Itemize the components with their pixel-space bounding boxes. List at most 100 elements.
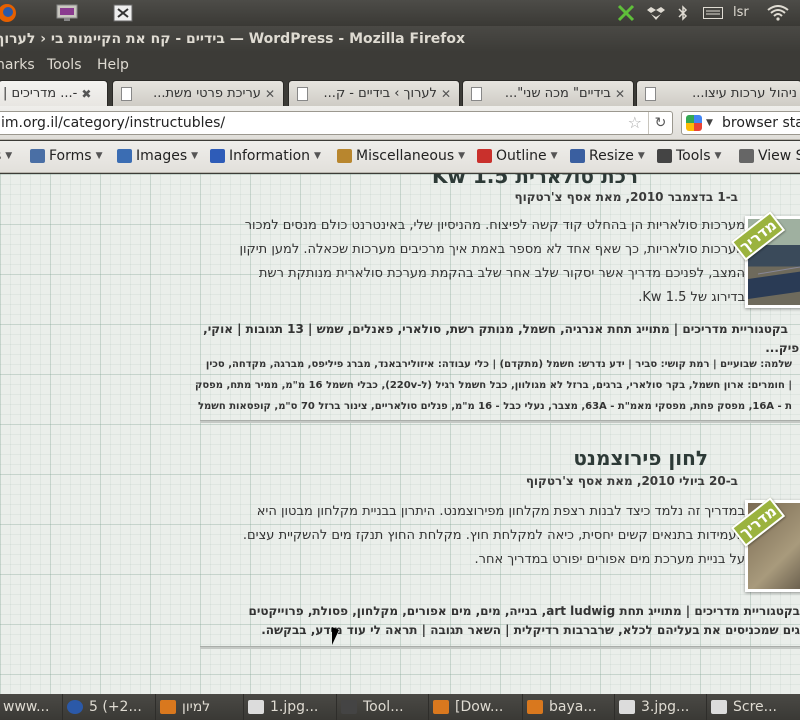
webdev-menu-label: Tools — [676, 148, 711, 164]
chevron-down-icon: ▼ — [314, 151, 321, 161]
keyboard-icon[interactable] — [702, 3, 724, 23]
tab-strip: -... מדריכים | ✖ עריכת פרטי משת... ✕ לער… — [0, 78, 800, 106]
taskbar-label: 1.jpg... — [270, 699, 319, 715]
taskbar-label: Tool... — [363, 699, 404, 715]
taskbar-button[interactable]: www... — [0, 694, 60, 720]
page-icon — [645, 86, 656, 101]
post-title[interactable]: לחון פירוצמנט — [573, 446, 708, 470]
tab-label: ניהול ערכות עיצו... — [692, 86, 797, 101]
view-source-icon — [739, 149, 754, 163]
chevron-down-icon: ▼ — [458, 151, 466, 161]
webdev-menu-label: Miscellaneous — [356, 148, 455, 164]
webdev-menu-forms[interactable]: Forms ▼ — [30, 148, 102, 164]
google-icon[interactable] — [686, 115, 702, 131]
tab-label: לערוך › בידיים - ק... — [323, 86, 437, 101]
taskbar-button[interactable]: 3.jpg... — [614, 694, 704, 720]
excerpt-line: מערכות סולאריות הן בהחלט קוד קשה לפיצוח.… — [244, 218, 745, 233]
tab-wordpress-edit[interactable]: לערוך › בידיים - ק... ✕ — [288, 80, 460, 106]
post-divider — [200, 646, 800, 649]
navigation-toolbar: im.org.il/category/instructubles/ ☆ ↻ ▼ … — [0, 106, 800, 140]
image-icon — [619, 700, 635, 714]
webdev-menu-view-s[interactable]: View S — [739, 148, 800, 164]
network-tools-icon[interactable] — [615, 3, 637, 23]
firefox-icon[interactable] — [0, 3, 18, 23]
taskbar-button[interactable]: 1.jpg... — [243, 694, 333, 720]
webdev-menu-label: Images — [136, 148, 188, 164]
wifi-icon[interactable] — [766, 3, 790, 23]
webdev-menu-s[interactable]: s▼ — [0, 148, 12, 164]
webdev-menu-resize[interactable]: Resize ▼ — [570, 148, 645, 164]
webdev-menu-images[interactable]: Images ▼ — [117, 148, 198, 164]
webdev-menu-outline[interactable]: Outline ▼ — [477, 148, 558, 164]
webdev-menu-label: Resize — [589, 148, 634, 164]
bookmark-star-icon[interactable]: ☆ — [628, 112, 642, 134]
screenshot-app-icon[interactable] — [112, 3, 134, 23]
tab-themes[interactable]: ניהול ערכות עיצו... — [636, 80, 800, 106]
excerpt-line: המצב, לפניכם מדריך אשר יסקור שלב אחר שלב… — [258, 266, 745, 281]
chevron-down-icon[interactable]: ▼ — [706, 112, 713, 134]
post-specs: שלמה: שבועיים | רמת קושי: סביר | ידע נדר… — [195, 354, 792, 417]
chevron-down-icon: ▼ — [714, 151, 722, 161]
post-meta: בקטגוריית מדריכים | מתוייג תחת אנרגיה, ח… — [203, 320, 800, 358]
taskbar-button[interactable]: baya... — [522, 694, 612, 720]
taskbar-button[interactable]: [Dow... — [428, 694, 520, 720]
information-icon — [210, 149, 225, 163]
tab-second-strike[interactable]: בידיים" מכה שני"... ✕ — [462, 80, 634, 106]
bluetooth-icon[interactable] — [676, 3, 690, 23]
miscellaneous-icon — [337, 149, 352, 163]
page-content: רכת סולארית 1.5 Kw ב-1 בדצמבר 2010, מאת … — [0, 174, 800, 694]
close-icon[interactable]: ✕ — [441, 87, 451, 101]
specs-line: ת - 16A, מפסק פחת, מפסקי מאמ"ת - 63A, מצ… — [197, 401, 792, 412]
specs-line: | חומרים: ארון חשמל, בקר סולארי, ברגים, … — [195, 380, 792, 391]
web-developer-toolbar: s▼Forms▼Images▼Information▼Miscellaneous… — [0, 141, 800, 173]
excerpt-line: העמידות בתנאים קשים יחסית, כיאה למקלחת ח… — [242, 528, 745, 543]
tab-user-edit[interactable]: עריכת פרטי משת... ✕ — [112, 80, 284, 106]
menu-bookmarks[interactable]: harks — [0, 57, 35, 73]
menu-help[interactable]: Help — [97, 57, 129, 73]
search-box[interactable]: ▼ browser sta — [681, 111, 800, 135]
close-icon[interactable]: ✕ — [265, 87, 275, 101]
taskbar-button[interactable]: Scre... — [706, 694, 800, 720]
menu-tools[interactable]: Tools — [47, 57, 82, 73]
taskbar-button[interactable]: 5 (+2... — [62, 694, 152, 720]
taskbar-button[interactable]: למיון — [155, 694, 241, 720]
taskbar-label: Scre... — [733, 699, 777, 715]
close-icon[interactable]: ✕ — [615, 87, 625, 101]
chevron-down-icon: ▼ — [95, 151, 103, 161]
folder-icon — [160, 700, 176, 714]
excerpt-line: במדריך זה נלמד כיצד לבנות רצפת מקלחון מפ… — [256, 504, 745, 519]
post-excerpt: מערכות סולאריות הן בהחלט קוד קשה לפיצוח.… — [239, 214, 745, 310]
image-icon — [248, 700, 264, 714]
tab-instructables[interactable]: -... מדריכים | ✖ — [0, 80, 108, 106]
monitor-app-icon[interactable] — [55, 3, 79, 23]
chevron-down-icon: ▼ — [550, 151, 558, 161]
taskbar-label: [Dow... — [455, 699, 504, 715]
webdev-menu-information[interactable]: Information ▼ — [210, 148, 321, 164]
webdev-menu-miscellaneous[interactable]: Miscellaneous ▼ — [337, 148, 465, 164]
url-bar[interactable]: im.org.il/category/instructubles/ ☆ ↻ — [0, 111, 673, 135]
post-title[interactable]: רכת סולארית 1.5 Kw — [432, 174, 638, 188]
tab-label: -... מדריכים | — [3, 86, 78, 101]
taskbar-button[interactable]: Tool... — [336, 694, 426, 720]
dropbox-icon[interactable] — [645, 3, 667, 23]
webdev-menu-label: Outline — [496, 148, 547, 164]
meta-line[interactable]: בקטגוריית מדריכים | מתוייג תחת אנרגיה, ח… — [203, 320, 788, 339]
webdev-menu-tools[interactable]: Tools ▼ — [657, 148, 721, 164]
webdev-menu-label: View S — [758, 148, 800, 164]
meta-line[interactable]: בקטגוריית מדריכים | מתוייג תחת art ludwi… — [249, 602, 800, 621]
post-divider — [200, 420, 800, 423]
post-date: ב-1 בדצמבר 2010, מאת אסף צ'רטקוף — [514, 190, 738, 204]
close-icon[interactable]: ✖ — [81, 87, 91, 101]
window-title: בידיים - קח את הקיימות בי ‹ לערוך › בידי… — [0, 31, 465, 47]
taskbar-label: למיון — [182, 699, 211, 715]
post-date: ב-20 ביולי 2010, מאת אסף צ'רטקוף — [525, 474, 738, 488]
webdev-menu-label: Information — [229, 148, 311, 164]
keyboard-layout-label[interactable]: lsr — [733, 5, 749, 20]
window-title-bar: בידיים - קח את הקיימות בי ‹ לערוך › בידי… — [0, 26, 800, 52]
url-text: im.org.il/category/instructubles/ — [1, 115, 226, 131]
page-icon — [471, 86, 482, 101]
reload-icon[interactable]: ↻ — [648, 112, 672, 134]
forms-icon — [30, 149, 45, 163]
folder-icon — [527, 700, 543, 714]
search-text: browser sta — [722, 115, 800, 131]
